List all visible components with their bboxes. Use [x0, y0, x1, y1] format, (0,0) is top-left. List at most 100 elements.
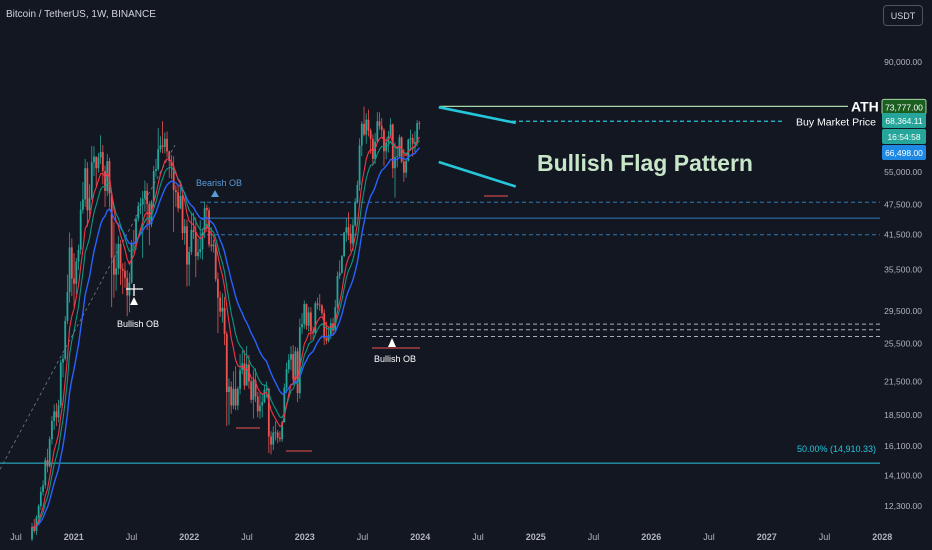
x-tick-label: 2021 [64, 532, 84, 542]
candle-body [354, 202, 357, 226]
candle-body [270, 436, 272, 445]
candle-body [321, 305, 323, 314]
y-tick-label: 25,500.00 [884, 338, 922, 348]
candle-body [86, 168, 89, 211]
candle-body [124, 270, 126, 278]
candle-body [285, 369, 288, 388]
candle-body [305, 304, 308, 326]
x-tick-label: 2028 [872, 532, 892, 542]
candle-body [336, 275, 339, 308]
candle-body [261, 402, 264, 406]
ath-label: ATH [851, 98, 879, 114]
candle-body [194, 232, 197, 257]
candle-body [79, 209, 82, 250]
candle-body [363, 123, 365, 135]
candle-body [112, 257, 115, 275]
candle-body [90, 162, 93, 199]
x-tick-label: 2025 [526, 532, 546, 542]
buy-market-price-label: Buy Market Price [796, 116, 876, 128]
candle-body [73, 278, 75, 284]
x-tick-label: Jul [10, 532, 22, 542]
candle-body [230, 386, 233, 406]
candle-body [367, 119, 370, 131]
candle-body [212, 244, 215, 247]
candle-body [360, 123, 363, 146]
candle-body [55, 411, 58, 418]
candle-body [389, 124, 392, 137]
candle-body [352, 225, 354, 244]
candle-body [340, 256, 343, 273]
candle-body [234, 388, 237, 406]
y-tick-label: 55,000.00 [884, 167, 922, 177]
candle-body [137, 205, 140, 219]
candle-body [66, 291, 69, 321]
candle-body [53, 411, 56, 422]
candle-body [219, 297, 222, 312]
x-tick-label: 2024 [410, 532, 430, 542]
candle-body [199, 249, 202, 253]
price-tag-label: 68,364.11 [885, 116, 922, 126]
candle-body [394, 156, 396, 169]
candle-body [245, 364, 248, 386]
candle-body [95, 156, 98, 169]
candle-body [272, 432, 275, 445]
candle-body [256, 396, 259, 412]
candle-body [99, 152, 102, 158]
price-tag-label: 16:54:58 [887, 132, 920, 142]
candle-body [190, 229, 193, 253]
candle-body [309, 312, 312, 332]
candle-body [396, 156, 399, 158]
x-tick-label: Jul [472, 532, 484, 542]
candle-body [276, 432, 279, 438]
candle-body [250, 381, 253, 400]
fib-level-label: 50.00% (14,910.33) [797, 444, 876, 454]
candle-body [303, 304, 306, 325]
candle-body [298, 327, 301, 394]
candle-body [84, 168, 87, 200]
y-tick-label: 18,500.00 [884, 410, 922, 420]
candle-body [343, 232, 346, 257]
candle-body [141, 198, 144, 204]
y-tick-label: 14,100.00 [884, 471, 922, 481]
x-tick-label: 2026 [641, 532, 661, 542]
candle-body [101, 152, 104, 172]
candle-body [37, 506, 40, 518]
candle-body [402, 161, 405, 173]
candle-body [316, 303, 319, 305]
candle-body [369, 130, 372, 139]
candle-body [279, 437, 281, 440]
y-tick-label: 41,500.00 [884, 230, 922, 240]
candle-body [31, 526, 33, 540]
candle-body [119, 244, 122, 269]
price-tag-label: 73,777.00 [885, 102, 923, 112]
y-tick-label: 12,300.00 [884, 501, 922, 511]
candle-body [46, 460, 49, 467]
candle-body [62, 358, 64, 363]
candle-body [274, 432, 277, 434]
price-chart[interactable]: Jul 2021 Jul 2022 Jul 2023 Jul 2024 Jul 2025 Jul 20… [0, 0, 932, 550]
bearish-ob-label: Bearish OB [196, 178, 242, 188]
candle-body [287, 359, 290, 370]
y-tick-label: 90,000.00 [884, 57, 922, 67]
y-tick-label: 47,500.00 [884, 200, 922, 210]
candle-body [232, 388, 235, 406]
candle-body [290, 354, 292, 360]
y-tick-label: 16,100.00 [884, 441, 922, 451]
quote-unit-button[interactable]: USDT [883, 5, 923, 26]
candle-body [378, 121, 381, 126]
candle-body [88, 198, 91, 211]
y-tick-label: 35,500.00 [884, 265, 922, 275]
candle-body [159, 145, 162, 150]
candle-body [236, 388, 239, 406]
candle-body [383, 130, 385, 152]
candle-body [163, 138, 166, 147]
candle-body [70, 247, 73, 279]
candle-body [380, 125, 383, 131]
pattern-label: Bullish Flag Pattern [537, 150, 753, 176]
x-tick-label: Jul [357, 532, 369, 542]
bullish-ob-label: Bullish OB [374, 354, 416, 364]
candle-body [82, 199, 84, 210]
candle-body [225, 333, 228, 393]
candle-body [121, 268, 124, 271]
candle-body [197, 252, 199, 257]
